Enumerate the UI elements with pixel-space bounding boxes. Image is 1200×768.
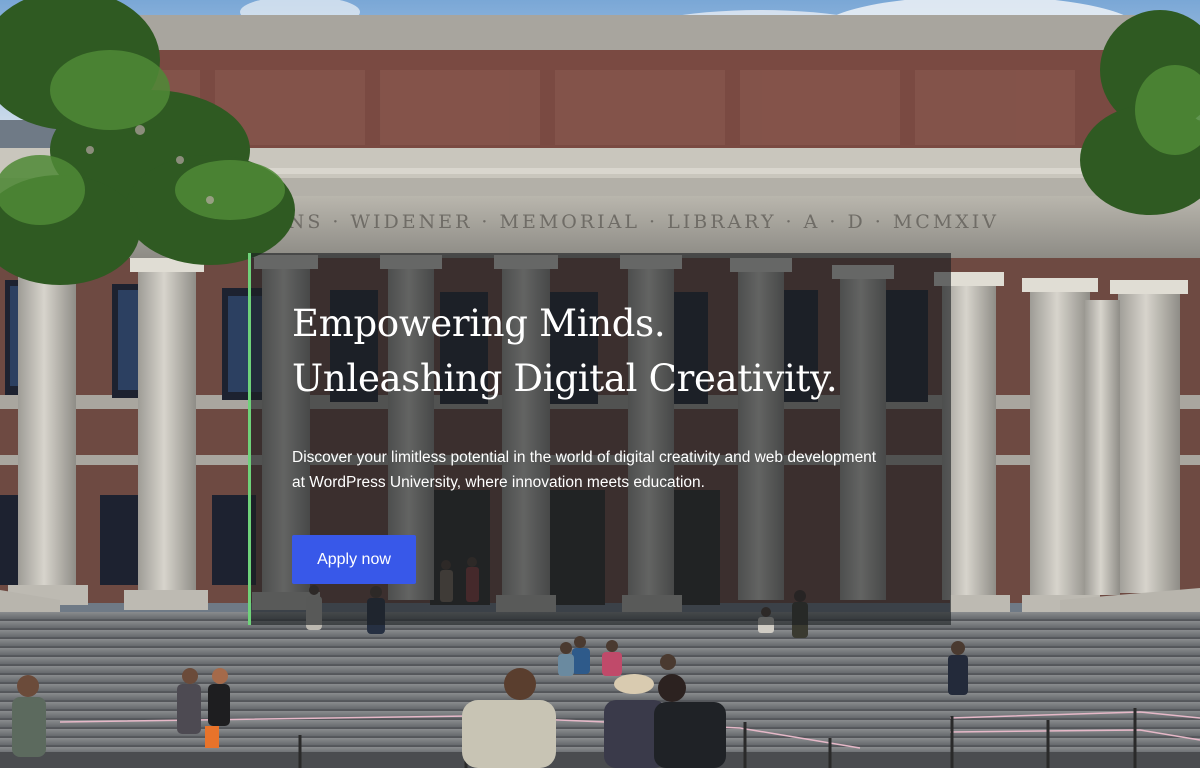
- hero-headline-line-2: Unleashing Digital Creativity.: [292, 357, 838, 400]
- svg-text:KINS · WIDENER · MEMORIAL · LI: KINS · WIDENER · MEMORIAL · LIBRARY · A …: [260, 211, 999, 233]
- hero-description: Discover your limitless potential in the…: [292, 449, 877, 491]
- hero-headline: Empowering Minds. Unleashing Digital Cre…: [292, 296, 838, 406]
- hero-headline-line-1: Empowering Minds.: [292, 302, 666, 345]
- hero-section: KINS · WIDENER · MEMORIAL · LIBRARY · A …: [0, 0, 1200, 768]
- apply-now-button[interactable]: Apply now: [292, 535, 416, 584]
